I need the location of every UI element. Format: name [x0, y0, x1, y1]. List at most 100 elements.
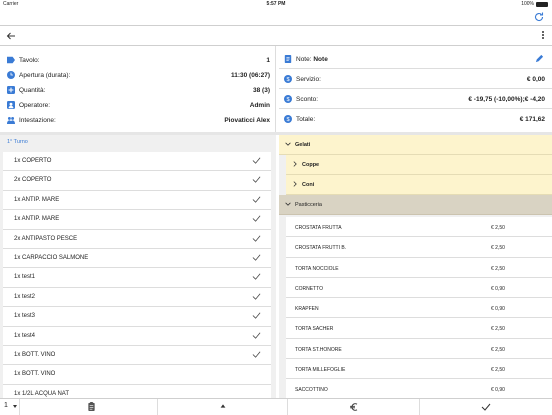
- tavolo-label: Tavolo:: [19, 57, 40, 64]
- product-item[interactable]: TORTA ST.HONORE € 2,50: [286, 338, 552, 360]
- order-item[interactable]: 1x BOTT. VINO: [3, 345, 271, 366]
- product-name: TORTA MILLEFOGLIE: [295, 367, 346, 374]
- operatore-value: Admin: [249, 102, 270, 109]
- checkmark-icon: [252, 293, 261, 300]
- order-item-label: 1x BOTT. VINO: [14, 351, 56, 358]
- order-item[interactable]: 1x COPERTO: [3, 152, 271, 172]
- triangle-up-icon: [220, 404, 226, 408]
- order-item-label: 1x ANTIP. MARE: [14, 216, 60, 223]
- product-price: € 2,50: [491, 346, 505, 353]
- category-label: Coni: [302, 182, 315, 188]
- category-label: Gelati: [295, 142, 311, 148]
- tag-icon: [7, 56, 15, 64]
- turn-value: 1: [4, 402, 8, 409]
- turn-selector[interactable]: 1: [0, 399, 20, 415]
- product-price: € 0,90: [491, 285, 505, 292]
- turno-header[interactable]: 1° Turno: [7, 139, 28, 145]
- product-item[interactable]: SACCOTTINO € 0,90: [286, 379, 552, 398]
- order-list-panel: 1° Turno 1x COPERTO 2x COPERTO 1x ANTIP.…: [0, 135, 276, 398]
- confirm-button[interactable]: [420, 399, 552, 415]
- payment-button[interactable]: [288, 399, 420, 415]
- status-bar: Carrier 5:57 PM 100%: [0, 0, 552, 9]
- refresh-icon[interactable]: [533, 11, 545, 23]
- category-coppe[interactable]: Coppe: [286, 155, 552, 175]
- note-row[interactable]: Note: Note: [279, 50, 552, 69]
- order-item-label: 1x CARPACCIO SALMONE: [14, 254, 89, 261]
- order-list: 1x COPERTO 2x COPERTO 1x ANTIP. MARE 1x …: [3, 152, 271, 398]
- category-pasticceria[interactable]: Pasticceria: [279, 195, 552, 215]
- order-item[interactable]: 1x ANTIP. MARE: [3, 210, 271, 230]
- checkmark-icon: [252, 176, 261, 184]
- checkmark-icon: [252, 215, 261, 222]
- order-item-label: 2x COPERTO: [14, 177, 52, 184]
- order-item[interactable]: 1x ANTIP. MARE: [3, 190, 271, 211]
- dropdown-arrow-icon: [13, 405, 17, 408]
- product-item[interactable]: CROSTATA FRUTTI B. € 2,50: [286, 237, 552, 258]
- edit-pencil-icon[interactable]: [535, 54, 544, 63]
- info-row-operatore: Operatore: Admin: [0, 98, 276, 112]
- totale-row: $ Totale: € 171,62: [279, 110, 552, 129]
- order-item-label: 1x test4: [14, 332, 36, 339]
- order-item-label: 1x 1/2L ACQUA NAT: [14, 390, 70, 397]
- quantita-value: 38 (3): [253, 87, 270, 94]
- checkmark-icon: [252, 351, 261, 358]
- table-info-panel: Tavolo: 1 Apertura (durata): 11:30 (06:2…: [0, 46, 276, 132]
- product-name: KRAPFEN: [295, 306, 319, 313]
- checkmark-icon: [481, 403, 491, 411]
- expand-button[interactable]: [158, 399, 288, 415]
- order-item[interactable]: 1x test2: [3, 287, 271, 308]
- battery-percent: 100%: [521, 1, 534, 7]
- order-item-label: 1x test3: [14, 313, 36, 320]
- category-coni[interactable]: Coni: [286, 175, 552, 195]
- order-item[interactable]: 1x 1/2L ACQUA NAT: [3, 384, 271, 398]
- order-item[interactable]: 2x COPERTO: [3, 171, 271, 191]
- order-item[interactable]: 1x test1: [3, 268, 271, 288]
- product-price: € 2,50: [491, 265, 505, 272]
- checkmark-icon: [252, 254, 261, 261]
- product-item[interactable]: KRAPFEN € 0,90: [286, 298, 552, 319]
- product-name: TORTA ST.HONORE: [295, 346, 342, 353]
- product-price: € 2,50: [491, 225, 505, 231]
- notes-button[interactable]: [20, 399, 158, 415]
- product-item[interactable]: CORNETTO € 0,90: [286, 277, 552, 299]
- back-arrow-icon[interactable]: [5, 30, 17, 42]
- checkmark-icon: [252, 312, 261, 319]
- order-item-label: 1x ANTIP. MARE: [14, 196, 60, 203]
- checkmark-icon: [252, 196, 261, 203]
- order-item[interactable]: 1x test4: [3, 326, 271, 346]
- product-item[interactable]: CROSTATA FRUTTA € 2,50: [286, 217, 552, 238]
- product-item[interactable]: TORTA MILLEFOGLIE € 2,50: [286, 359, 552, 380]
- currency-icon: $: [284, 115, 292, 123]
- order-item[interactable]: 2x ANTIPASTO PESCE: [3, 229, 271, 249]
- summary-panel: Note: Note $ Servizio: € 0,00 $ Sconto: …: [279, 50, 552, 130]
- order-item-label: 1x test2: [14, 293, 36, 300]
- order-item[interactable]: 1x test3: [3, 307, 271, 327]
- product-price: € 2,50: [491, 367, 505, 374]
- clipboard-icon: [88, 402, 95, 411]
- info-row-apertura: Apertura (durata): 11:30 (06:27): [0, 68, 276, 82]
- product-item[interactable]: TORTA SACHER € 2,50: [286, 318, 552, 339]
- apertura-value: 11:30 (06:27): [230, 72, 270, 79]
- info-row-quantita: Quantità: 38 (3): [0, 83, 276, 97]
- group-icon: [7, 116, 15, 124]
- category-gelati[interactable]: Gelati: [279, 135, 552, 155]
- totale-label: Totale:: [296, 116, 316, 123]
- chevron-down-icon: [285, 142, 291, 146]
- product-price: € 0,90: [491, 306, 505, 313]
- category-label: Pasticceria: [295, 202, 322, 208]
- order-item-label: 2x ANTIPASTO PESCE: [14, 235, 78, 242]
- sconto-row: $ Sconto: € -19,75 (-10,00%);€ -4,20: [279, 90, 552, 109]
- more-menu-icon[interactable]: [541, 31, 545, 41]
- battery-status: 100%: [521, 1, 548, 7]
- bottom-toolbar: 1: [0, 398, 552, 415]
- clock-icon: [7, 71, 15, 79]
- order-item-label: 1x BOTT. VINO: [14, 371, 56, 378]
- tavolo-value: 1: [266, 57, 270, 64]
- product-item[interactable]: TORTA NOCCIOLE € 2,50: [286, 257, 552, 278]
- document-icon: [284, 55, 292, 63]
- order-item[interactable]: 1x CARPACCIO SALMONE: [3, 248, 271, 269]
- note-value: Note: [313, 56, 328, 63]
- checkmark-icon: [252, 273, 261, 281]
- battery-icon: [536, 1, 548, 7]
- order-item[interactable]: 1x BOTT. VINO: [3, 365, 271, 385]
